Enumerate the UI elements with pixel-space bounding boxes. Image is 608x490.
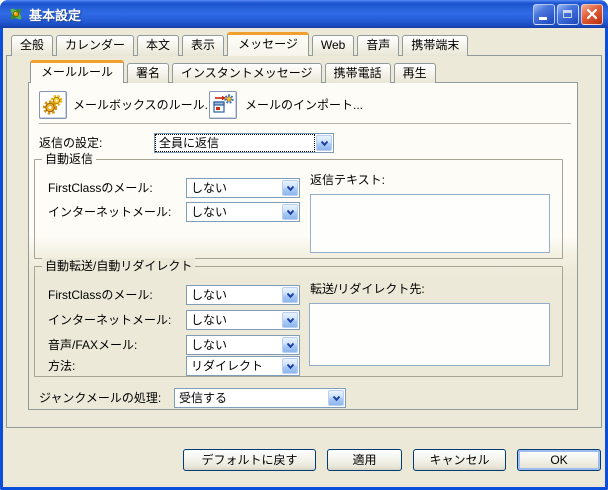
cancel-button[interactable]: キャンセル	[413, 449, 506, 471]
auto-reply-group-title: 自動返信	[42, 151, 96, 167]
forward-voice-fax-select[interactable]: しない	[186, 335, 300, 355]
tab-voice[interactable]: 音声	[357, 35, 399, 56]
firstclass-mail-label: FirstClassのメール:	[48, 178, 153, 198]
gears-icon	[41, 93, 65, 117]
method-label: 方法:	[48, 356, 75, 376]
window-title: 基本設定	[29, 5, 533, 24]
tab-message[interactable]: メッセージ	[227, 32, 309, 56]
forward-method-select[interactable]: リダイレクト	[186, 356, 300, 376]
reply-text-area[interactable]	[310, 194, 550, 253]
forward-firstclass-select[interactable]: しない	[186, 285, 300, 305]
close-icon	[582, 5, 602, 24]
subtab-mail-rules[interactable]: メールルール	[30, 60, 124, 83]
title-bar: 基本設定	[0, 0, 608, 28]
maximize-icon	[563, 10, 572, 18]
combo-value: 全員に返信	[156, 135, 314, 151]
toolbar-separator	[39, 123, 571, 125]
firstclass-mail-label: FirstClassのメール:	[48, 285, 153, 305]
chevron-down-icon[interactable]	[328, 390, 344, 406]
close-button[interactable]	[581, 4, 603, 25]
main-tab-strip: 全般 カレンダー 本文 表示 メッセージ Web 音声 携帯端末	[11, 32, 468, 56]
chevron-down-icon[interactable]	[282, 337, 298, 353]
combo-value: しない	[188, 312, 280, 328]
chevron-down-icon[interactable]	[316, 135, 332, 151]
auto-forward-group-title: 自動転送/自動リダイレクト	[42, 258, 195, 274]
window-controls	[533, 4, 603, 25]
combo-value: しない	[188, 180, 280, 196]
internet-mail-label: インターネットメール:	[48, 310, 171, 330]
tab-general[interactable]: 全般	[11, 35, 53, 56]
subtab-playback[interactable]: 再生	[394, 63, 436, 83]
tab-mobile-device[interactable]: 携帯端末	[402, 35, 468, 56]
junk-mail-select[interactable]: 受信する	[174, 388, 346, 408]
sub-tab-strip: メールルール 署名 インスタントメッセージ 携帯電話 再生	[30, 60, 436, 83]
reply-text-label: 返信テキスト:	[310, 170, 385, 190]
combo-value: しない	[188, 287, 280, 303]
app-icon	[7, 5, 25, 23]
combo-value: リダイレクト	[188, 358, 280, 374]
auto-reply-group: 自動返信 FirstClassのメール: しない インターネットメール: しない…	[34, 159, 563, 259]
combo-value: しない	[188, 204, 280, 220]
auto-forward-group: 自動転送/自動リダイレクト FirstClassのメール: しない インターネッ…	[34, 266, 563, 377]
tab-calendar[interactable]: カレンダー	[56, 35, 134, 56]
mail-import-label: メールのインポート...	[245, 95, 363, 115]
forward-to-area[interactable]	[309, 303, 550, 366]
mailbox-rules-label: メールボックスのルール...	[73, 95, 215, 115]
forward-internet-select[interactable]: しない	[186, 310, 300, 330]
chevron-down-icon[interactable]	[282, 180, 298, 196]
preferences-window: 基本設定 全般 カレンダー 本文 表示 メッセージ Web 音声 携帯端末 メー…	[0, 0, 608, 490]
subtab-mobile-phone[interactable]: 携帯電話	[325, 63, 391, 83]
voice-fax-mail-label: 音声/FAXメール:	[48, 335, 137, 355]
ok-button[interactable]: OK	[517, 449, 601, 471]
auto-reply-firstclass-select[interactable]: しない	[186, 178, 300, 198]
tab-display[interactable]: 表示	[182, 35, 224, 56]
subtab-instant-message[interactable]: インスタントメッセージ	[172, 63, 322, 83]
mailbox-rules-button[interactable]	[39, 91, 67, 119]
tab-web[interactable]: Web	[312, 35, 354, 56]
dialog-content: 全般 カレンダー 本文 表示 メッセージ Web 音声 携帯端末 メールルール …	[3, 28, 605, 487]
apply-button[interactable]: 適用	[327, 449, 402, 471]
tab-body[interactable]: 本文	[137, 35, 179, 56]
mail-import-icon	[211, 93, 235, 117]
maximize-button[interactable]	[557, 4, 579, 25]
combo-value: 受信する	[176, 390, 326, 406]
chevron-down-icon[interactable]	[282, 312, 298, 328]
reply-setting-select[interactable]: 全員に返信	[154, 133, 334, 153]
internet-mail-label: インターネットメール:	[48, 202, 171, 222]
chevron-down-icon[interactable]	[282, 287, 298, 303]
combo-value: しない	[188, 337, 280, 353]
chevron-down-icon[interactable]	[282, 358, 298, 374]
mail-rules-panel: メールボックスのルール... メールのインポート... 返信の設定: 全員に返信	[28, 82, 578, 410]
reply-setting-label: 返信の設定:	[39, 133, 102, 153]
mail-import-button[interactable]	[209, 91, 237, 119]
chevron-down-icon[interactable]	[282, 204, 298, 220]
subtab-signature[interactable]: 署名	[127, 63, 169, 83]
restore-defaults-button[interactable]: デフォルトに戻す	[183, 449, 316, 471]
forward-to-label: 転送/リダイレクト先:	[310, 279, 425, 299]
minimize-icon	[539, 17, 547, 20]
minimize-button[interactable]	[533, 4, 555, 25]
junk-mail-label: ジャンクメールの処理:	[39, 388, 161, 408]
auto-reply-internet-select[interactable]: しない	[186, 202, 300, 222]
